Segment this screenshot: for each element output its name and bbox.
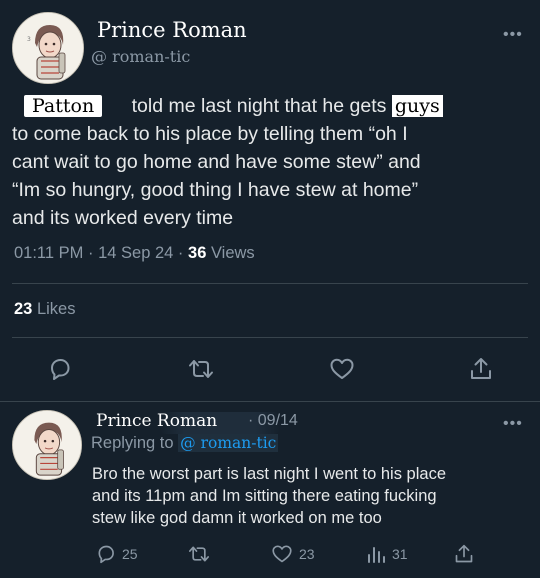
likes-summary[interactable]: 23 Likes <box>14 300 75 319</box>
reply-date[interactable]: · 09/14 <box>248 412 298 430</box>
tweet-line-5: and its worked every time <box>12 207 234 229</box>
like-icon[interactable] <box>329 357 355 381</box>
reply-count: 25 <box>122 546 138 562</box>
reply-avatar[interactable] <box>12 410 82 480</box>
share-icon[interactable] <box>469 356 493 382</box>
replying-to: Replying to @ roman-tic <box>91 434 279 453</box>
tweet-line-2: to come back to his place by telling the… <box>12 123 408 145</box>
tweet-meta: 01:11 PM · 14 Sep 24 · 36 Views <box>14 244 255 263</box>
reply-line-2: and its 11pm and Im sitting there eating… <box>92 487 437 505</box>
redacted-word: guys <box>391 95 443 117</box>
reply-like-button[interactable]: 23 <box>271 544 315 564</box>
reply-display-name[interactable]: Prince Roman <box>96 411 217 431</box>
tweet-line-4: “Im so hungry, good thing I have stew at… <box>12 179 419 201</box>
tweet-text: Patton told me last night that he gets g… <box>12 92 537 232</box>
views-label: Views <box>210 244 255 262</box>
likes-count: 23 <box>14 300 33 318</box>
likes-label: Likes <box>36 300 76 318</box>
tweet-line-3: cant wait to go home and have some stew”… <box>12 151 421 173</box>
reply-line-1: Bro the worst part is last night I went … <box>92 465 447 483</box>
display-name[interactable]: Prince Roman <box>97 18 247 42</box>
avatar-illustration: 3 <box>13 13 83 83</box>
tweet-date[interactable]: 14 Sep 24 <box>98 244 173 262</box>
share-icon[interactable] <box>454 543 474 565</box>
more-icon[interactable]: ••• <box>503 415 523 433</box>
retweet-icon[interactable] <box>188 544 210 564</box>
reply-icon[interactable] <box>48 357 72 381</box>
reply-text: Bro the worst part is last night I went … <box>92 463 446 529</box>
tweet-time[interactable]: 01:11 PM <box>14 244 83 262</box>
meta-separator: · <box>177 244 189 262</box>
reply-reply-button[interactable]: 25 <box>96 544 138 564</box>
views-count: 31 <box>392 546 408 562</box>
divider <box>12 283 528 284</box>
tweet-line-1: Patton told me last night that he gets g… <box>12 92 537 120</box>
redacted-name: Patton <box>24 95 103 117</box>
replying-label: Replying to <box>91 434 174 452</box>
reply-views-button[interactable]: 31 <box>366 544 408 564</box>
reply-icon <box>96 544 116 564</box>
meta-separator: · <box>88 244 99 262</box>
tweet-text-part: told me last night that he gets <box>131 95 387 117</box>
divider <box>0 401 540 402</box>
more-icon[interactable]: ••• <box>503 26 523 44</box>
avatar[interactable]: 3 <box>12 12 84 84</box>
like-count: 23 <box>299 546 315 562</box>
replying-handle[interactable]: @ roman-tic <box>178 434 279 452</box>
views-count: 36 <box>188 244 207 262</box>
like-icon <box>271 544 293 564</box>
avatar-illustration <box>13 411 81 479</box>
handle[interactable]: @ roman-tic <box>91 47 190 66</box>
retweet-icon[interactable] <box>188 357 214 381</box>
views-icon <box>366 544 386 564</box>
reply-line-3: stew like god damn it worked on me too <box>92 509 382 527</box>
divider <box>12 337 528 338</box>
svg-text:3: 3 <box>27 36 31 43</box>
